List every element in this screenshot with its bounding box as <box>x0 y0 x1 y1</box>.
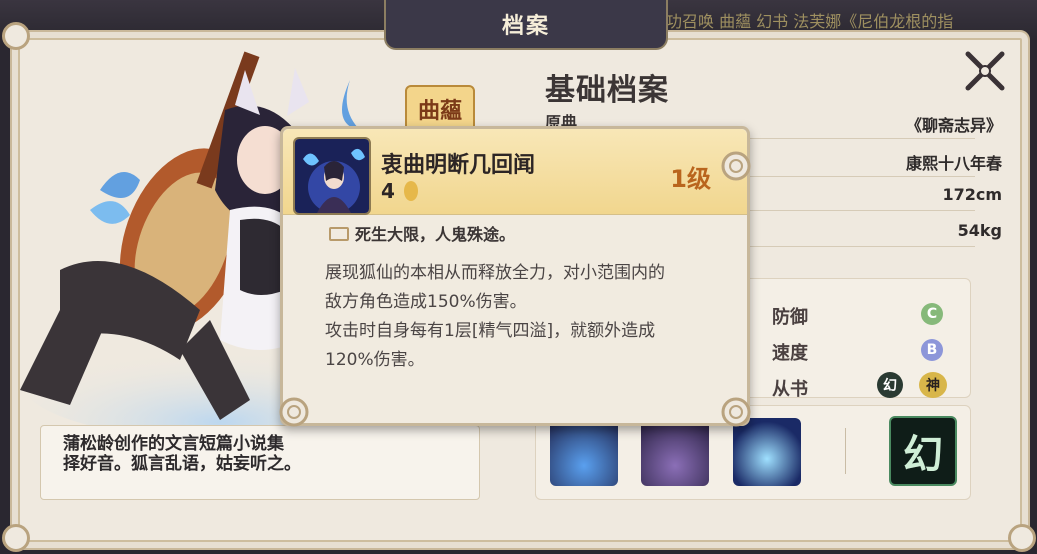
profile-value: 54kg <box>957 221 1002 240</box>
divider <box>738 138 975 139</box>
tooltip-header: 衷曲明断几回闻 4 1级 <box>283 129 747 215</box>
skill-description-line: 120%伤害。 <box>325 350 425 370</box>
description-line: 蒲松龄创作的文言短篇小说集 <box>63 434 284 454</box>
profile-value: 《聊斋志异》 <box>905 116 1002 135</box>
skill-description-line: 敌方角色造成150%伤害。 <box>325 292 527 312</box>
skill-cost-value: 4 <box>381 179 395 203</box>
book-icon <box>329 227 349 241</box>
skill-name: 衷曲明断几回闻 <box>381 152 536 178</box>
profile-value: 172cm <box>942 185 1002 204</box>
skill-art-icon <box>295 139 369 213</box>
grade-badge: C <box>921 303 943 325</box>
divider <box>738 246 975 247</box>
cost-icon <box>403 181 418 201</box>
title-tab: 档案 <box>384 0 668 50</box>
tooltip-corner-ornament <box>279 397 309 427</box>
skill-description: 展现狐仙的本相从而释放全力，对小范围内的 敌方角色造成150%伤害。 攻击时自身… <box>325 259 725 375</box>
tag-icon-huan[interactable]: 幻 <box>877 372 903 398</box>
stat-label-speed: 速度 <box>772 343 808 364</box>
skill-description-line: 展现狐仙的本相从而释放全力，对小范围内的 <box>325 263 665 283</box>
announcement-marquee: 成功召唤 曲蘊 幻书 法芙娜《尼伯龙根的指 <box>650 12 954 31</box>
awakening-skill-icon[interactable]: 幻 <box>889 416 957 486</box>
skill-description-line: 攻击时自身每有1层[精气四溢]，就额外造成 <box>325 321 656 341</box>
book-type-badge-text: 曲蘊 <box>417 98 462 124</box>
skill-tooltip: 衷曲明断几回闻 4 1级 死生大限，人鬼殊途。 展现狐仙的本相从而释放全力，对小… <box>279 126 751 427</box>
panel-corner-ornament <box>2 524 30 552</box>
stat-label-defense: 防御 <box>772 307 808 328</box>
divider <box>845 428 846 474</box>
skill-level: 1级 <box>670 165 711 193</box>
grade-badge: B <box>921 339 943 361</box>
character-description: 蒲松龄创作的文言短篇小说集 择好音。狐言乱语，姑妄听之。 <box>40 425 480 500</box>
divider <box>738 176 975 177</box>
awakening-skill-glyph: 幻 <box>903 431 943 478</box>
skill-quote-text: 死生大限，人鬼殊途。 <box>355 225 516 244</box>
tooltip-corner-ornament <box>721 397 751 427</box>
profile-value: 康熙十八年春 <box>905 154 1002 173</box>
skill-quote: 死生大限，人鬼殊途。 <box>329 221 515 245</box>
skill-cost: 4 <box>381 179 418 203</box>
page-title: 档案 <box>501 14 550 39</box>
divider <box>738 210 975 211</box>
skill-icon[interactable] <box>641 418 709 486</box>
description-line: 择好音。狐言乱语，姑妄听之。 <box>63 454 301 474</box>
tooltip-corner-ornament <box>721 151 751 181</box>
section-title: 基础档案 <box>545 73 669 108</box>
skill-thumbnail[interactable] <box>293 137 371 215</box>
profile-section: 基础档案 原典 <box>545 65 1005 132</box>
skill-icon[interactable] <box>550 418 618 486</box>
panel-corner-ornament <box>1008 524 1036 552</box>
tag-icon-shen[interactable]: 神 <box>919 372 947 398</box>
stat-label-tags: 从书 <box>772 379 808 400</box>
